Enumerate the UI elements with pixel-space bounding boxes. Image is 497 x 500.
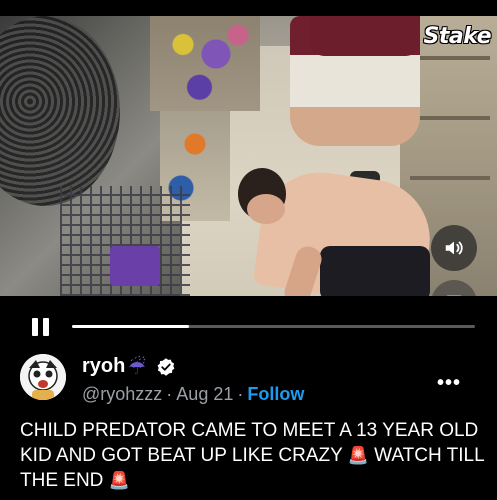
siren-icon: 🚨	[347, 446, 369, 465]
siren-icon: 🚨	[108, 471, 130, 490]
more-options-icon[interactable]: •••	[437, 372, 461, 395]
closed-captions-icon: CC	[446, 295, 462, 296]
umbrella-icon: ☔	[128, 357, 146, 379]
separator: ·	[237, 384, 244, 404]
video-kneeling-person-face	[247, 194, 285, 224]
avatar[interactable]	[20, 354, 66, 400]
avatar-illustration	[20, 354, 66, 400]
video-progress-bar[interactable]	[72, 325, 475, 328]
video-progress-fill	[72, 325, 189, 328]
video-kneeling-person-pants	[320, 246, 430, 296]
speaker-icon	[445, 241, 463, 255]
video-standing-man-shirt	[310, 16, 420, 56]
tweet-meta: @ryohzzz · Aug 21 · Follow	[82, 384, 304, 405]
separator: ·	[166, 384, 173, 404]
video-cart-item	[110, 246, 160, 286]
display-name[interactable]: ryoh	[82, 355, 125, 378]
follow-button[interactable]: Follow	[247, 384, 304, 404]
pause-button[interactable]	[32, 318, 52, 340]
video-player[interactable]: Stake CC	[0, 16, 497, 296]
tweet-text: CHILD PREDATOR CAME TO MEET A 13 YEAR OL…	[20, 418, 485, 493]
video-shelf-flowers	[150, 16, 260, 111]
pause-icon	[32, 318, 38, 336]
handle[interactable]: @ryohzzz	[82, 384, 162, 404]
volume-button[interactable]	[431, 225, 477, 271]
tweet-date[interactable]: Aug 21	[176, 384, 233, 404]
top-status-strip	[0, 0, 497, 16]
verified-badge-icon	[156, 357, 176, 382]
stake-watermark: Stake	[423, 24, 492, 49]
